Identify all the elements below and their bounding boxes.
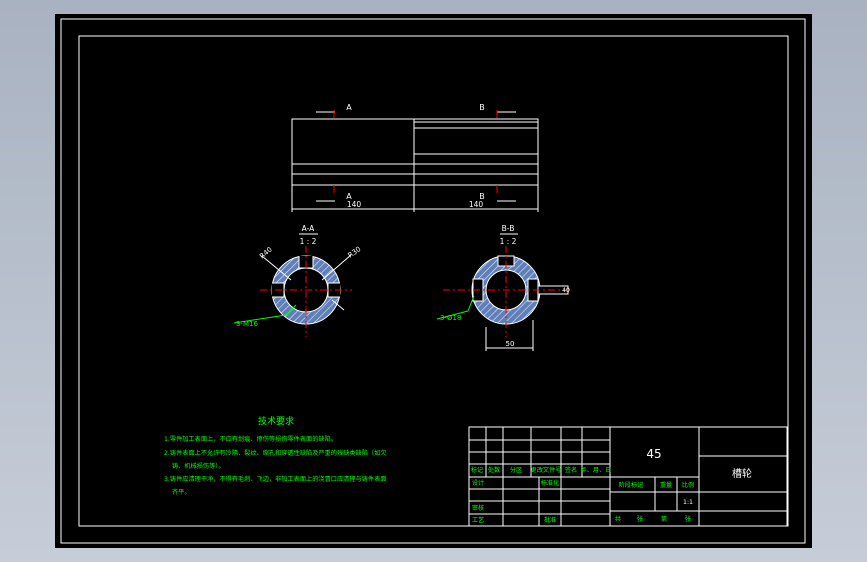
- section-a-title: A-A: [302, 224, 316, 233]
- section-b-label-top: B: [479, 103, 485, 112]
- dimension-a-label: 140: [347, 200, 362, 209]
- part-name: 槽轮: [732, 467, 752, 480]
- title-block-label: 分区: [510, 466, 522, 474]
- title-block-label: 批准: [544, 516, 556, 524]
- title-block-label: 张: [685, 515, 692, 523]
- technical-requirement-item: 2.铸件表面上不允许有冷隔、裂纹、缩孔和穿透性缺陷及严重的残缺类缺陷（如欠: [164, 449, 386, 457]
- section-b-dimension-label: 50: [506, 340, 515, 348]
- drawing-sheet: [55, 14, 812, 548]
- section-a-scale: 1 : 2: [300, 237, 317, 246]
- title-block-label: 张: [637, 515, 644, 523]
- title-block-label: 更改文件号: [531, 466, 562, 474]
- section-a-label-top: A: [346, 103, 352, 112]
- title-block-label: 工艺: [472, 516, 484, 524]
- title-block-label: 签名: [565, 466, 577, 474]
- section-b-key-label: 40: [562, 287, 570, 294]
- title-block-label: 共: [615, 515, 621, 523]
- title-block-label: 第: [661, 515, 667, 523]
- section-b-title: B-B: [502, 224, 515, 233]
- technical-requirement-item: 1.零件加工表面上，不应有划痕、擦伤等损伤零件表面的缺陷。: [164, 435, 337, 443]
- section-b-scale: 1 : 2: [500, 237, 517, 246]
- title-block-label: 重量: [660, 481, 672, 489]
- section-b-callout-label: 3-Ø18: [440, 314, 461, 322]
- title-block-label: 标记: [471, 466, 483, 474]
- title-block-label: 处数: [488, 466, 501, 474]
- dimension-b-label: 140: [469, 200, 484, 209]
- title-block-label: 审核: [472, 504, 484, 512]
- technical-requirements-title: 技术要求: [258, 415, 294, 427]
- title-block-label: 设计: [472, 479, 484, 487]
- title-block-label: 标准化: [541, 479, 560, 487]
- material-label: 45: [646, 447, 661, 461]
- title-block-label: 年、月、日: [581, 466, 612, 474]
- title-block-value: 1:1: [683, 499, 693, 506]
- technical-requirement-item: 3.铸件应清理干净，不得有毛刺、飞边，非加工表面上的浇冒口应清理与铸件表面: [164, 475, 386, 483]
- section-a-callout-label: 3-M16: [236, 320, 258, 328]
- technical-requirement-item: 铸、机械损伤等）。: [172, 462, 225, 470]
- cad-drawing-viewport[interactable]: A B A B 140 140 A-A 1 : 2 R40 R30 3-M16: [0, 0, 867, 562]
- title-block-label: 阶段标记: [619, 481, 644, 489]
- title-block-label: 比例: [682, 481, 694, 489]
- technical-requirement-item: 齐平。: [172, 488, 191, 496]
